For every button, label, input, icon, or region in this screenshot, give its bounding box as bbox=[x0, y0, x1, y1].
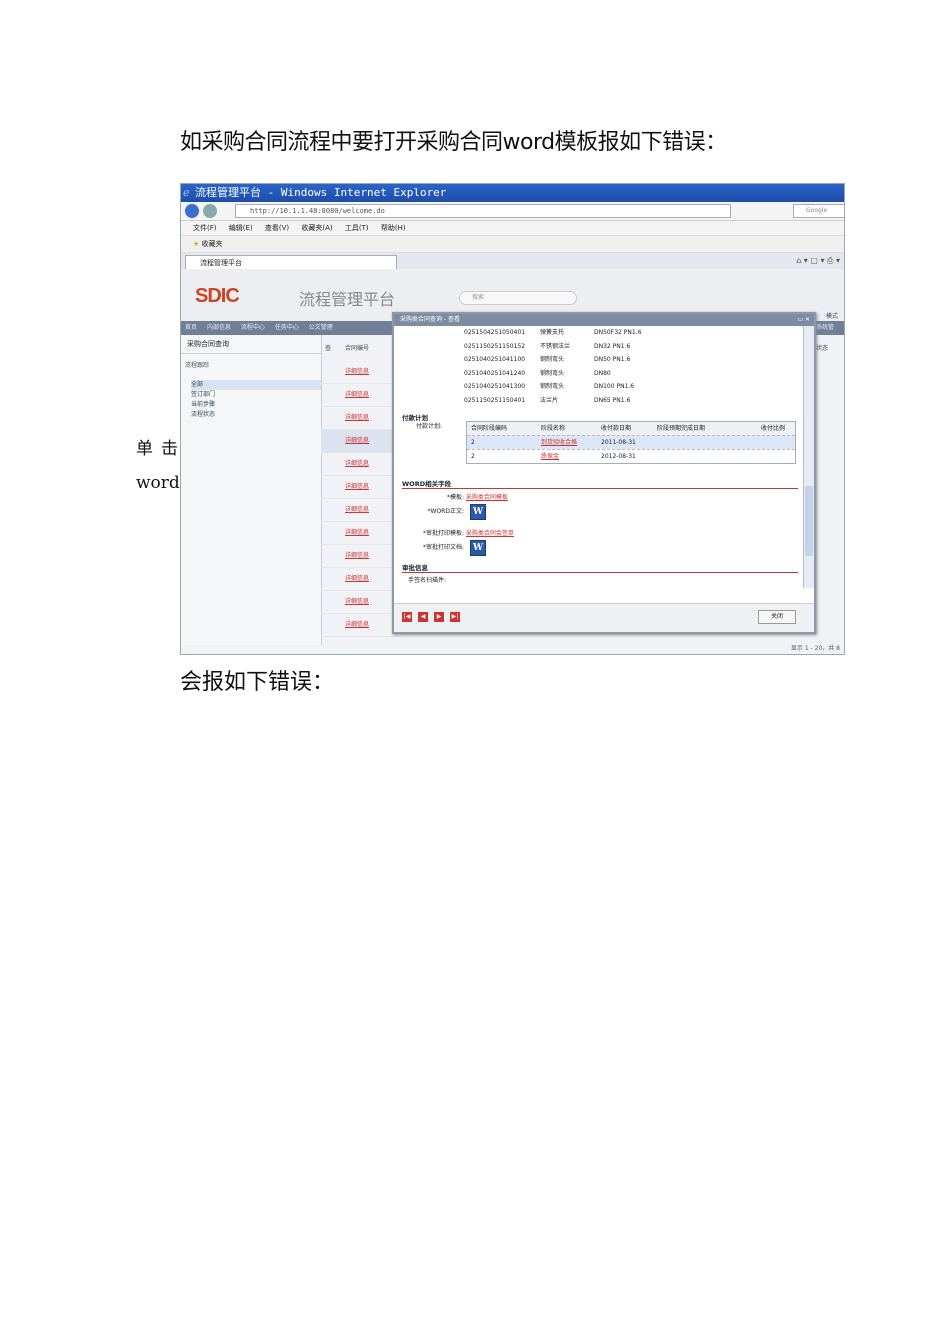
word-document-icon[interactable]: W bbox=[470, 540, 486, 556]
dialog-scrollbar[interactable] bbox=[803, 326, 814, 588]
prev-page-icon[interactable]: ◀ bbox=[418, 612, 428, 622]
review-section-title: 审批信息 bbox=[402, 564, 428, 572]
grid-header-status: 状态 bbox=[815, 345, 828, 352]
payment-sub-label: 付款计划: bbox=[416, 423, 443, 430]
detail-link[interactable]: 详细信息 bbox=[321, 476, 401, 499]
detail-link[interactable]: 详细信息 bbox=[321, 453, 401, 476]
table-row: 0251504251050401 弹簧支托 DN50F32 PN1.6 bbox=[464, 329, 642, 336]
status-text: 显示 1 - 20，共 8 bbox=[790, 645, 840, 652]
first-page-icon[interactable]: |◀ bbox=[402, 612, 412, 622]
template-label: *模板: bbox=[446, 494, 464, 501]
left-panel: 采购合同查询 流程跟踪 全部 签订部门 当前步骤 流程状态 bbox=[181, 335, 322, 645]
payment-table: 合同阶段编码 阶段名称 收付款日期 阶段预期完成日期 收付比例 2 到货验收合格 2011-… bbox=[466, 421, 796, 464]
trace-button[interactable]: 流程跟踪 bbox=[181, 360, 321, 372]
sdic-logo: SDIC bbox=[195, 285, 240, 307]
embedded-screenshot: ℯ 流程管理平台 - Windows Internet Explorer htt… bbox=[180, 183, 845, 655]
table-row: 0251040251041240 钢制弯头 DN80 bbox=[464, 369, 611, 377]
menu-tools[interactable]: 工具(T) bbox=[345, 224, 369, 232]
word-body-label: *WORD正文: bbox=[427, 508, 464, 515]
word-section-title: WORD相关字段 bbox=[402, 480, 452, 488]
grid-header-check: 查 bbox=[325, 345, 332, 352]
dialog-titlebar: 采购类合同查询 - 查看 ▭ ✕ bbox=[394, 314, 814, 326]
close-button[interactable]: 关闭 bbox=[758, 610, 796, 624]
nav-internal[interactable]: 内部信息 bbox=[207, 324, 231, 331]
grid-header-contract: 合同编号 bbox=[345, 345, 370, 352]
detail-link[interactable]: 详细信息 bbox=[321, 407, 401, 430]
left-panel-title: 采购合同查询 bbox=[181, 335, 321, 354]
table-row: 0251040251041100 钢制弯头 DN50 PN1.6 bbox=[464, 356, 631, 363]
grid-detail-column: 详细信息 详细信息 详细信息 详细信息 详细信息 详细信息 详细信息 详细信息 … bbox=[321, 361, 401, 641]
tree-item-status[interactable]: 流程状态 bbox=[191, 410, 321, 420]
detail-link[interactable]: 详细信息 bbox=[321, 614, 401, 637]
mode-select[interactable]: 模式 bbox=[826, 311, 838, 320]
ie-logo-icon: ℯ bbox=[183, 186, 190, 199]
last-page-icon[interactable]: ▶| bbox=[450, 612, 460, 622]
approval-doc-field: *审批打印文档: bbox=[402, 542, 464, 551]
tree-item-dept[interactable]: 签订部门 bbox=[191, 390, 321, 400]
nav-process[interactable]: 流程中心 bbox=[241, 324, 265, 331]
word-document-icon[interactable]: W bbox=[470, 504, 486, 520]
dialog-footer: |◀ ◀ ▶ ▶| 关闭 bbox=[394, 603, 814, 632]
dialog-body: 0251504251050401 弹簧支托 DN50F32 PN1.6 025115… bbox=[394, 326, 802, 588]
home-icon[interactable]: ⌂ ▾ ▢ ▾ ⎙ ▾ bbox=[796, 256, 840, 266]
scrollbar-thumb[interactable] bbox=[805, 486, 813, 556]
nav-doc[interactable]: 公文管理 bbox=[309, 324, 333, 331]
error-paragraph: 会报如下错误： bbox=[180, 670, 335, 695]
word-body-field: *WORD正文: bbox=[402, 506, 464, 515]
browser-titlebar: ℯ 流程管理平台 - Windows Internet Explorer bbox=[181, 184, 844, 202]
menu-favorites[interactable]: 收藏夹(A) bbox=[301, 224, 332, 232]
payment-table-header: 合同阶段编码 阶段名称 收付款日期 阶段预期完成日期 收付比例 bbox=[467, 422, 795, 435]
menu-edit[interactable]: 编辑(E) bbox=[229, 224, 253, 232]
dialog-close-icon[interactable]: ▭ ✕ bbox=[797, 314, 810, 326]
nav-home[interactable]: 首页 bbox=[185, 324, 197, 331]
browser-menubar: 文件(F) 编辑(E) 查看(V) 收藏夹(A) 工具(T) 帮助(H) bbox=[181, 221, 844, 236]
tree: 全部 签订部门 当前步骤 流程状态 bbox=[181, 380, 321, 420]
address-bar-row: http://10.1.1.48:8080/welcome.do Google bbox=[181, 202, 844, 221]
favorites-button[interactable]: 收藏夹 bbox=[202, 240, 223, 248]
table-row[interactable]: 2 到货验收合格 2011-08-31 bbox=[467, 435, 795, 449]
detail-link[interactable]: 详细信息 bbox=[321, 384, 401, 407]
detail-link[interactable]: 详细信息 bbox=[321, 545, 401, 568]
signature-label: 手签名扫描件: bbox=[408, 577, 447, 584]
search-input[interactable]: Google bbox=[793, 204, 844, 218]
detail-link[interactable]: 详细信息 bbox=[321, 430, 401, 453]
approval-template-link[interactable]: 采购类合同会签单 bbox=[466, 530, 514, 537]
back-button[interactable] bbox=[185, 204, 199, 218]
app-subtitle: 流程管理平台 bbox=[299, 290, 396, 309]
tree-item-all[interactable]: 全部 bbox=[191, 380, 321, 390]
dialog-title: 采购类合同查询 - 查看 bbox=[400, 316, 460, 323]
tree-item-step[interactable]: 当前步骤 bbox=[191, 400, 321, 410]
template-link[interactable]: 采购类合同模板 bbox=[466, 494, 508, 501]
contract-dialog: 采购类合同查询 - 查看 ▭ ✕ 0251504251050401 弹簧支托 DN5… bbox=[392, 312, 816, 634]
menu-file[interactable]: 文件(F) bbox=[193, 224, 217, 232]
detail-link[interactable]: 详细信息 bbox=[321, 568, 401, 591]
detail-link[interactable]: 详细信息 bbox=[321, 499, 401, 522]
favorites-bar: ★ 收藏夹 bbox=[181, 236, 844, 253]
detail-link[interactable]: 详细信息 bbox=[321, 361, 401, 384]
nav-task[interactable]: 任务中心 bbox=[275, 324, 299, 331]
table-row: 0251150251150152 不锈钢法兰 DN32 PN1.6 bbox=[464, 342, 631, 350]
approval-doc-label: *审批打印文档: bbox=[422, 544, 464, 551]
approval-template-label: *审批打印模板: bbox=[422, 530, 464, 537]
menu-view[interactable]: 查看(V) bbox=[265, 224, 289, 232]
intro-paragraph: 如采购合同流程中要打开采购合同word模板报如下错误： bbox=[180, 130, 727, 155]
star-icon: ★ bbox=[193, 240, 200, 248]
next-page-icon[interactable]: ▶ bbox=[434, 612, 444, 622]
menu-help[interactable]: 帮助(H) bbox=[381, 224, 406, 232]
nav-system[interactable]: 系统管 bbox=[816, 321, 834, 335]
detail-link[interactable]: 详细信息 bbox=[321, 591, 401, 614]
table-row[interactable]: 2 质保金 2012-08-31 bbox=[467, 449, 795, 463]
table-row: 0251040251041300 钢制弯头 DN100 PN1.6 bbox=[464, 383, 635, 390]
address-input[interactable]: http://10.1.1.48:8080/welcome.do bbox=[235, 204, 731, 218]
browser-title: 流程管理平台 - Windows Internet Explorer bbox=[195, 186, 447, 199]
section-divider bbox=[402, 488, 798, 489]
template-field: *模板: 采购类合同模板 bbox=[402, 492, 508, 501]
table-row: 0251150251150401 法兰片 DN65 PN1.6 bbox=[464, 396, 631, 404]
materials-table: 0251504251050401 弹簧支托 DN50F32 PN1.6 025115… bbox=[464, 326, 794, 407]
approval-template-field: *审批打印模板: 采购类合同会签单 bbox=[402, 528, 514, 537]
forward-button[interactable] bbox=[203, 204, 217, 218]
detail-link[interactable]: 详细信息 bbox=[321, 522, 401, 545]
app-search-input[interactable]: 搜索 bbox=[459, 291, 577, 305]
section-divider bbox=[402, 572, 798, 573]
